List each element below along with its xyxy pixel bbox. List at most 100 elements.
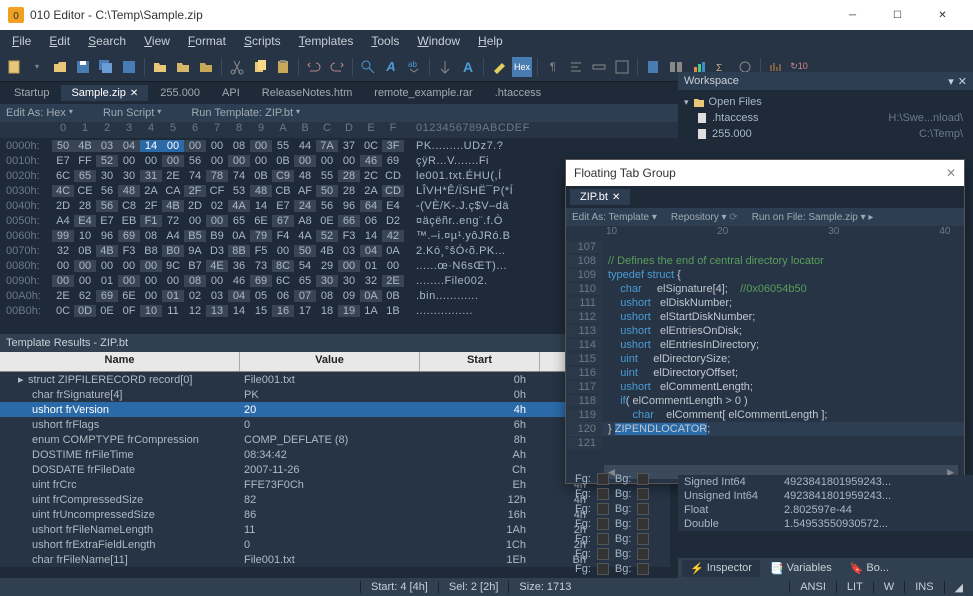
hex-byte[interactable]: 16 [272,305,294,317]
float-edit-as-dropdown[interactable]: Edit As: Template ▾ [572,212,657,223]
find-icon[interactable] [358,57,378,77]
fgbg-row[interactable]: Fg:Bg: [575,516,667,531]
hex-byte[interactable]: 01 [96,275,118,287]
workspace-file-item[interactable]: .htaccessH:\Swe...nload\ [682,110,969,126]
hex-byte[interactable]: 67 [272,215,294,227]
hex-byte[interactable]: 14 [250,200,272,212]
hex-byte[interactable]: 0B [250,170,272,182]
highlight-icon[interactable] [489,57,509,77]
paragraph-icon[interactable]: ¶ [543,57,563,77]
hex-byte[interactable]: 0D [74,305,96,317]
floating-close-icon[interactable]: ✕ [946,166,956,180]
hex-byte[interactable]: 14 [228,305,250,317]
hex-byte[interactable]: 1A [360,305,382,317]
fgbg-row[interactable]: Fg:Bg: [575,531,667,546]
workspace-dropdown-icon[interactable]: ▾ [948,75,954,88]
hex-byte[interactable]: 04 [118,140,140,152]
hex-byte[interactable]: 4C [52,185,74,197]
code-line[interactable]: ushort elStartDiskNumber; [602,311,755,323]
hex-byte[interactable]: 52 [96,155,118,167]
hex-mode-icon[interactable]: Hex [512,57,532,77]
hex-byte[interactable]: 6E [250,215,272,227]
save-dropdown-icon[interactable] [119,57,139,77]
hex-byte[interactable]: CF [206,185,228,197]
hex-byte[interactable]: 6C [52,170,74,182]
table-row[interactable]: char frFileName[11]File001.txt1EhBh [0,552,670,567]
menu-search[interactable]: Search [80,32,134,50]
cut-icon[interactable] [227,57,247,77]
hex-byte[interactable]: F1 [140,215,162,227]
hex-byte[interactable]: 03 [96,140,118,152]
hex-byte[interactable]: B5 [184,230,206,242]
hex-byte[interactable]: FF [74,155,96,167]
hex-byte[interactable]: 14 [360,230,382,242]
hex-ascii[interactable]: .bin............ [416,290,478,302]
hex-byte[interactable]: 56 [316,200,338,212]
folder-save-icon[interactable] [196,57,216,77]
floating-titlebar[interactable]: Floating Tab Group ✕ [566,160,964,186]
hex-byte[interactable]: 00 [140,290,162,302]
menu-window[interactable]: Window [409,32,468,50]
hex-byte[interactable]: 14 [140,140,162,152]
hex-byte[interactable]: 69 [382,155,404,167]
hex-byte[interactable]: F3 [338,230,360,242]
hex-byte[interactable]: 74 [228,170,250,182]
hex-byte[interactable]: 06 [272,290,294,302]
hex-byte[interactable]: D2 [382,215,404,227]
hex-byte[interactable]: 73 [250,260,272,272]
hex-byte[interactable]: 2A [360,185,382,197]
hex-byte[interactable]: 2E [52,290,74,302]
save-all-icon[interactable] [96,57,116,77]
menu-templates[interactable]: Templates [291,32,362,50]
hex-ascii[interactable]: 2.Kó¸°šÓ‹õ.PK... [416,245,505,257]
fgbg-row[interactable]: Fg:Bg: [575,501,667,516]
hex-byte[interactable]: 01 [360,260,382,272]
hex-ascii[interactable]: ........File002. [416,275,488,287]
code-line[interactable]: if( elCommentLength > 0 ) [602,395,748,407]
hex-byte[interactable]: B7 [184,260,206,272]
hex-byte[interactable]: 8B [228,245,250,257]
hex-byte[interactable]: 00 [140,155,162,167]
code-editor[interactable]: 107108// Defines the end of central dire… [566,240,964,450]
hex-byte[interactable]: F4 [272,230,294,242]
hex-byte[interactable]: 55 [272,140,294,152]
open-icon[interactable] [50,57,70,77]
hex-byte[interactable]: 02 [184,290,206,302]
hex-byte[interactable]: 50 [52,140,74,152]
hex-byte[interactable]: 00 [206,140,228,152]
table-row[interactable]: uint frUncompressedSize8616h4h [0,507,670,522]
maximize-button[interactable]: ☐ [875,0,920,30]
hex-byte[interactable]: 0B [382,290,404,302]
hex-byte[interactable]: A4 [52,215,74,227]
hex-byte[interactable]: 00 [228,155,250,167]
hex-byte[interactable]: 2D [52,200,74,212]
hex-byte[interactable]: 2F [184,185,206,197]
dropdown-icon[interactable]: ▾ [27,57,47,77]
code-line[interactable]: typedef struct { [602,269,681,281]
new-icon[interactable] [4,57,24,77]
hex-byte[interactable]: 53 [228,185,250,197]
document-tab[interactable]: .htaccess [485,85,551,101]
tree-expand-icon[interactable]: ▾ [684,97,689,108]
document-tab[interactable]: remote_example.rar [364,85,482,101]
hex-byte[interactable]: 04 [228,290,250,302]
code-line[interactable]: } ZIPENDLOCATOR; [602,423,710,435]
hex-byte[interactable]: 46 [360,155,382,167]
hex-byte[interactable]: 24 [294,200,316,212]
hex-byte[interactable]: 18 [316,305,338,317]
tab-close-icon[interactable]: ✕ [130,88,138,99]
bookmarks-tab[interactable]: 🔖Bo... [842,560,897,577]
hex-byte[interactable]: CA [162,185,184,197]
code-line[interactable]: ushort elDiskNumber; [602,297,732,309]
paste-icon[interactable] [273,57,293,77]
hex-byte[interactable]: 74 [184,170,206,182]
hex-byte[interactable]: 4A [294,230,316,242]
hex-byte[interactable]: 65 [294,275,316,287]
workspace-file-item[interactable]: 255.000C:\Temp\ [682,126,969,142]
undo-icon[interactable] [304,57,324,77]
hex-byte[interactable]: 0F [118,305,140,317]
calculator-icon[interactable] [643,57,663,77]
ruler-icon[interactable] [589,57,609,77]
hex-byte[interactable]: A4 [162,230,184,242]
fgbg-row[interactable]: Fg:Bg: [575,546,667,561]
